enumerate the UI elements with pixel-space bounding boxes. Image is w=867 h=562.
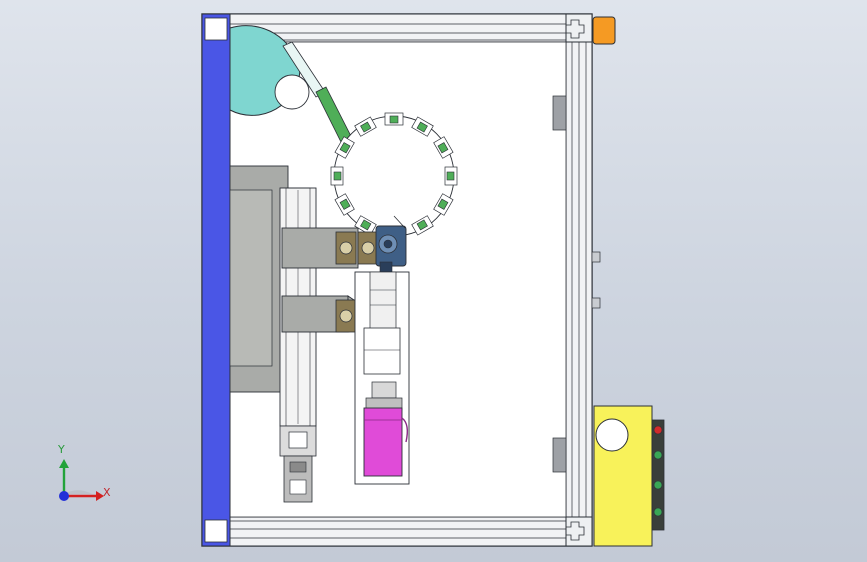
assembly-drawing [59,13,665,547]
rotary-plate [333,115,455,237]
corner-bracket [592,16,616,45]
cad-viewport[interactable]: X Y [0,0,867,562]
x-axis-label: X [103,486,111,499]
servo-motor [363,407,409,477]
rotary-fixture [330,166,344,186]
y-axis-label: Y [58,443,65,456]
rotary-fixture [444,166,458,186]
rotary-fixture [384,112,404,126]
linear-module-base [229,165,289,393]
control-box[interactable] [593,405,665,547]
coordinate-triad [59,459,104,501]
left-guard-panel [201,13,231,547]
